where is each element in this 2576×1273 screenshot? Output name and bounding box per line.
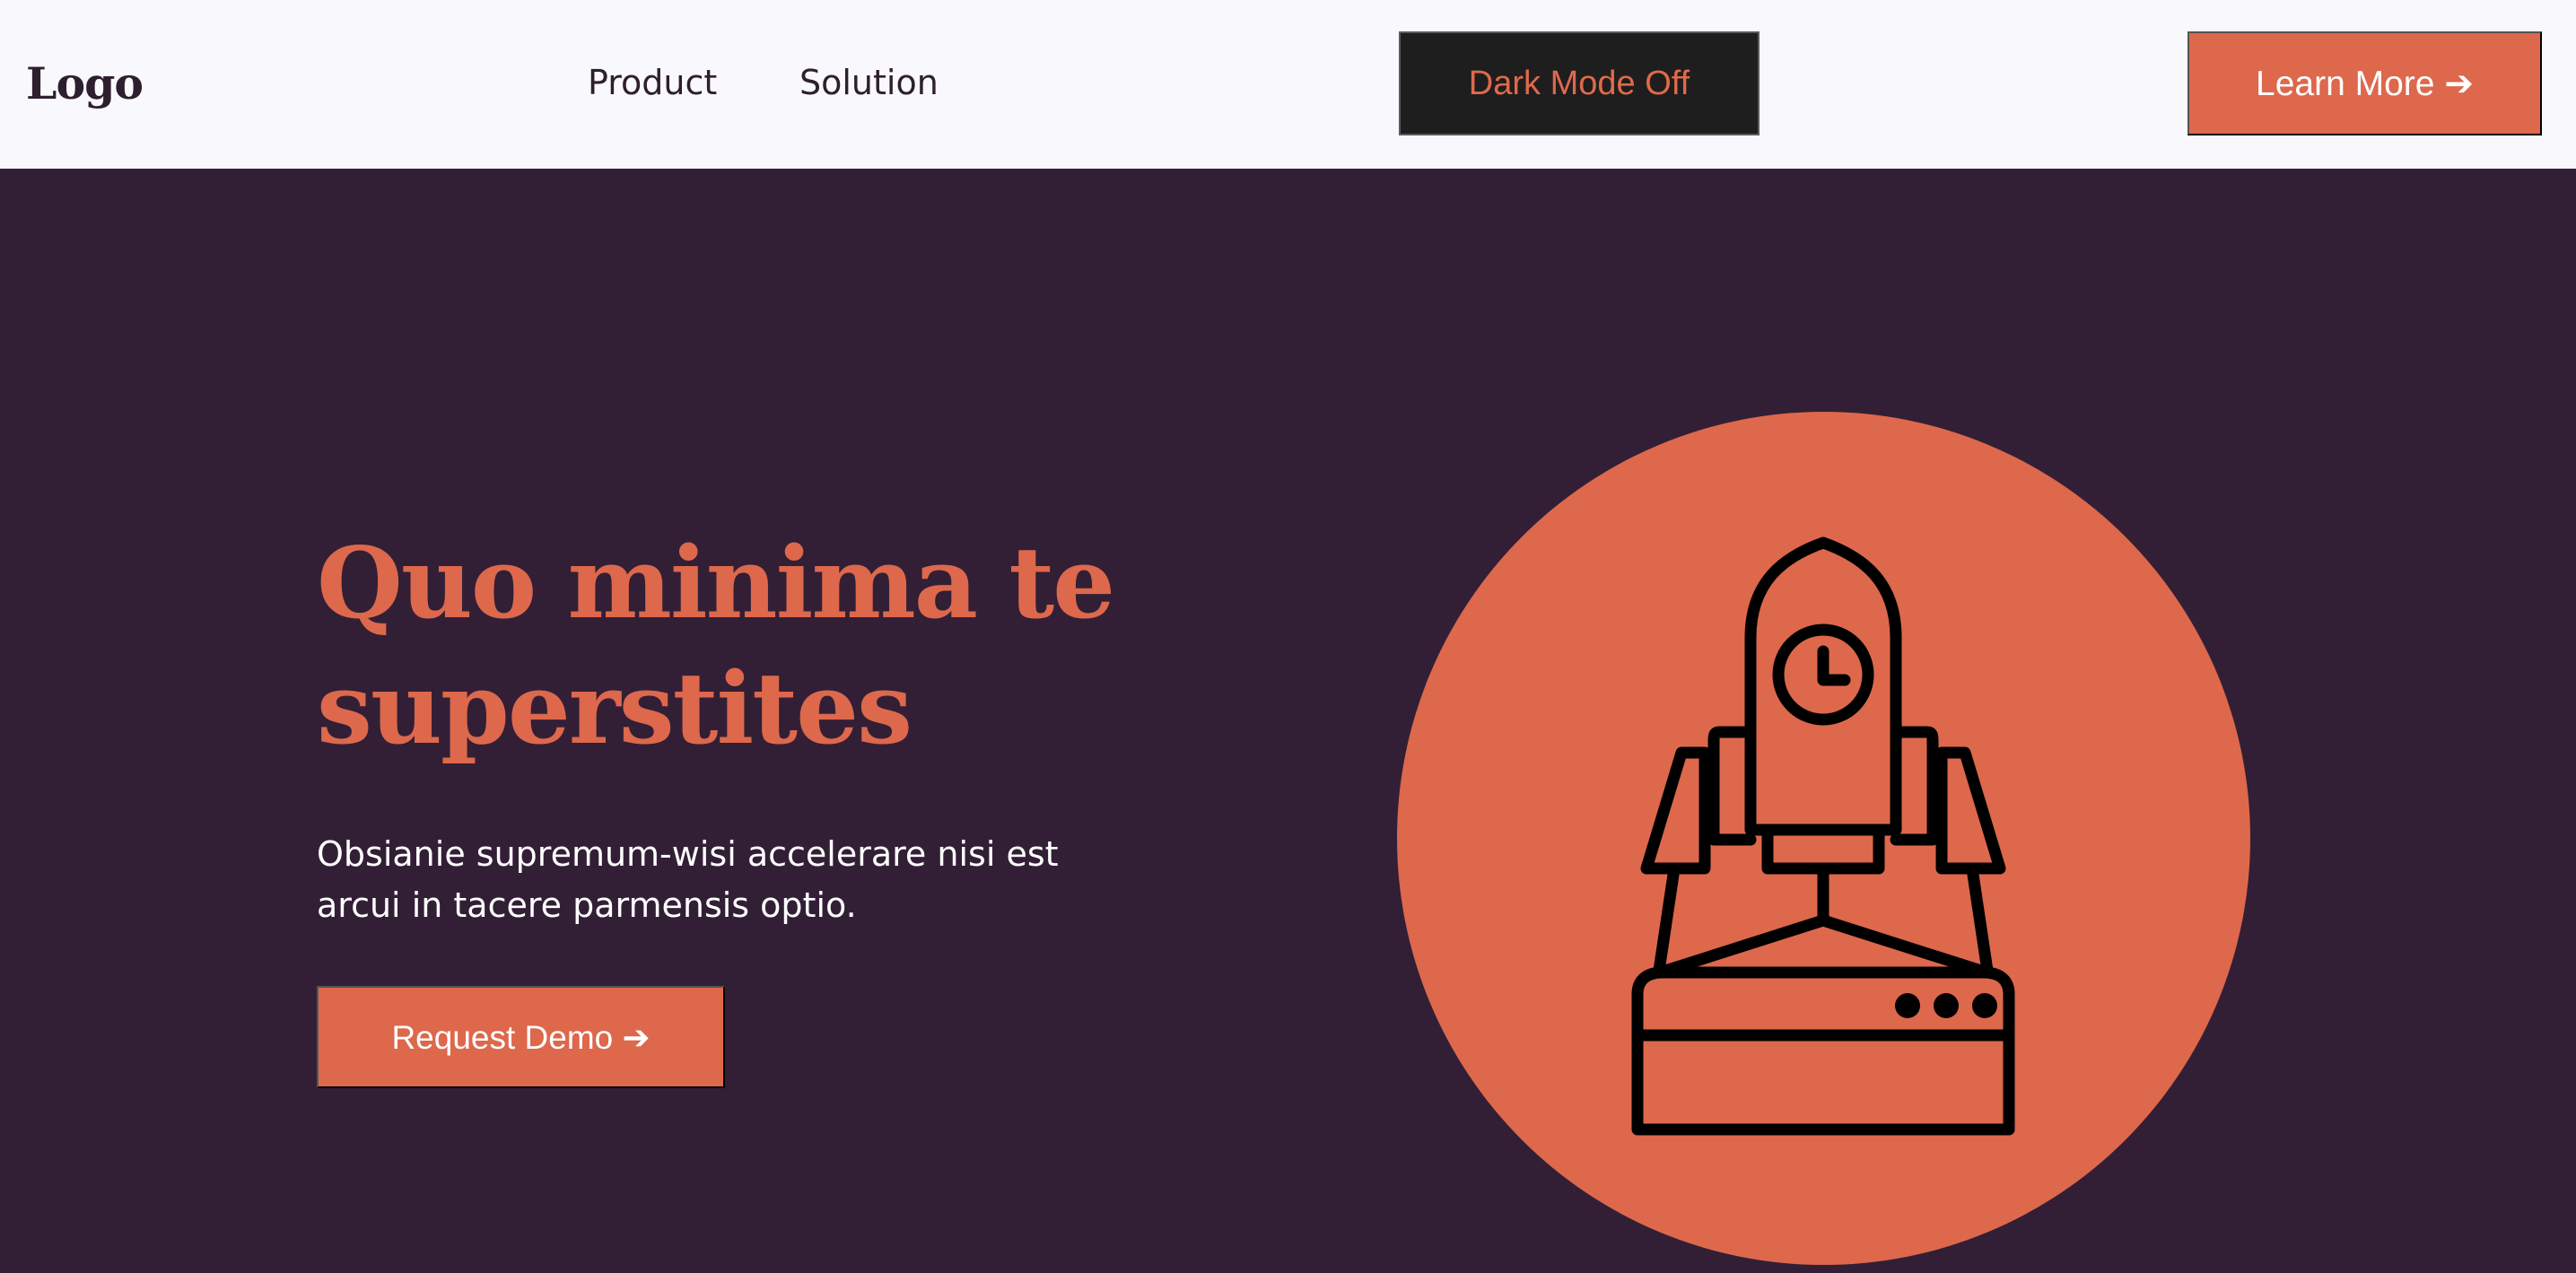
nav-link-product[interactable]: Product	[588, 57, 717, 108]
hero-title-line-1: Quo minima te	[317, 525, 1115, 641]
learn-more-button[interactable]: Learn More ➔	[2187, 31, 2542, 135]
launch-base-dot-2	[1934, 993, 1959, 1018]
nav-link-solution[interactable]: Solution	[799, 57, 939, 108]
logo[interactable]: Logo	[26, 54, 144, 113]
site-header: Logo Product Solution Dark Mode Off Lear…	[0, 0, 2576, 169]
launch-base-dot-3	[1972, 993, 1997, 1018]
request-demo-button[interactable]: Request Demo ➔	[317, 986, 725, 1088]
hero-description-line-2: arcui in tacere parmensis optio.	[317, 885, 857, 925]
hero-title-line-2: superstites	[317, 650, 913, 766]
hero-description: Obsianie supremum-wisi accelerare nisi e…	[317, 829, 1124, 931]
dark-mode-toggle-button[interactable]: Dark Mode Off	[1399, 31, 1760, 135]
hero-description-line-1: Obsianie supremum-wisi accelerare nisi e…	[317, 834, 1059, 874]
hero-title: Quo minima te superstites	[317, 520, 1124, 772]
launch-base-dot-1	[1895, 993, 1920, 1018]
rocket-launch-icon	[1397, 412, 2250, 1265]
